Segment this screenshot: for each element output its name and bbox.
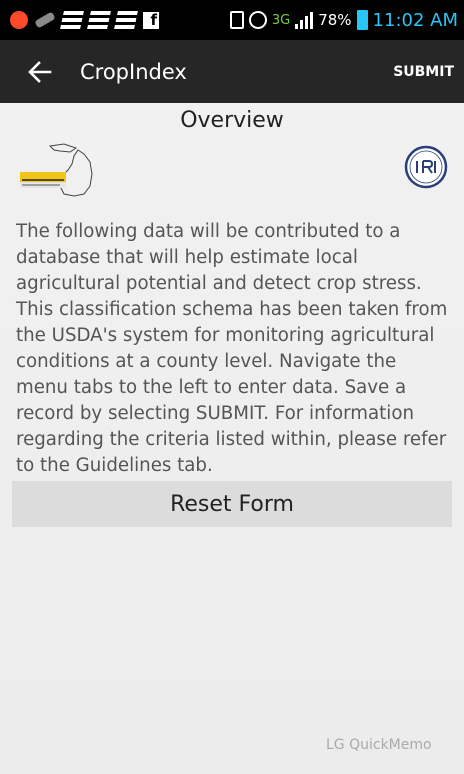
- rotation-lock-icon: [229, 11, 244, 29]
- overview-description: The following data will be contributed t…: [16, 221, 448, 476]
- submit-button[interactable]: SUBMIT: [389, 58, 458, 86]
- network-type-label: 3G: [271, 12, 291, 28]
- system-icons: 3G 78% 11:02 AM: [229, 9, 458, 31]
- quickmemo-watermark: LG QuickMemo: [326, 737, 432, 753]
- action-bar: CropIndex SUBMIT: [0, 40, 464, 103]
- notification-app-icon: [10, 11, 28, 29]
- page-title: Overview: [180, 108, 284, 133]
- notification-icons: f: [10, 11, 159, 29]
- back-arrow-icon[interactable]: [26, 58, 54, 86]
- signal-strength-icon: [295, 11, 314, 29]
- notification-clip-icon: [34, 11, 56, 29]
- notification-message-icon: [60, 11, 84, 29]
- notification-message-icon: [114, 11, 138, 29]
- facebook-icon: f: [143, 11, 159, 29]
- michigan-tech-logo: [20, 142, 100, 200]
- battery-percent: 78%: [318, 11, 352, 29]
- app-title: CropIndex: [80, 59, 187, 84]
- clock: 11:02 AM: [372, 9, 458, 31]
- reset-form-button[interactable]: Reset Form: [12, 481, 452, 527]
- alarm-icon: [248, 11, 267, 29]
- iri-logo: [404, 145, 448, 189]
- battery-icon: [356, 10, 368, 30]
- notification-message-icon: [87, 11, 111, 29]
- status-bar: f 3G 78% 11:02 AM: [0, 0, 464, 40]
